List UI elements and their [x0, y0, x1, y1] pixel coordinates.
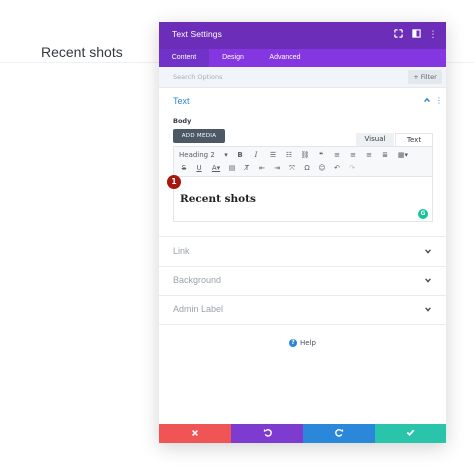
bullet-list-icon[interactable]: ☰: [267, 150, 279, 161]
text-color-icon[interactable]: A▾: [208, 163, 224, 174]
chevron-up-icon[interactable]: [423, 96, 431, 106]
rich-text-editor[interactable]: Recent shots: [173, 176, 433, 222]
more-vertical-icon[interactable]: ⋮: [427, 29, 439, 41]
step-badge: 1: [167, 175, 181, 189]
numbered-list-icon[interactable]: ☷: [283, 150, 295, 161]
paste-text-icon[interactable]: ▤: [226, 163, 238, 174]
modal-tabs: Content Design Advanced: [159, 49, 446, 67]
special-character-icon[interactable]: Ω: [301, 163, 313, 174]
settings-modal: Text Settings ⋮ Content Design Advanced …: [159, 22, 446, 443]
modal-header[interactable]: Text Settings ⋮: [159, 22, 446, 49]
underline-icon[interactable]: U: [194, 163, 204, 174]
filter-button[interactable]: + Filter: [408, 70, 442, 84]
tab-design[interactable]: Design: [209, 49, 257, 67]
section-title-admin-label[interactable]: Admin Label: [173, 304, 223, 314]
section-divider: [159, 236, 446, 237]
section-divider: [159, 324, 446, 325]
align-right-icon[interactable]: ≡: [363, 150, 375, 161]
format-dropdown-icon[interactable]: ▾: [222, 150, 230, 161]
chevron-down-icon[interactable]: [424, 276, 432, 286]
help-link[interactable]: ? Help: [289, 339, 316, 347]
expand-icon[interactable]: [392, 29, 404, 41]
section-divider: [159, 266, 446, 267]
strikethrough-icon[interactable]: S: [179, 163, 189, 174]
format-select[interactable]: Heading 2: [179, 150, 217, 161]
section-title-background[interactable]: Background: [173, 275, 221, 285]
align-justify-icon[interactable]: ≣: [379, 150, 391, 161]
search-options-input[interactable]: Search Options: [173, 73, 222, 81]
editor-tab-text[interactable]: Text: [395, 133, 433, 147]
fullscreen-icon[interactable]: ⤧: [286, 163, 298, 174]
undo-icon[interactable]: ↶: [331, 163, 343, 174]
split-view-icon[interactable]: [410, 29, 422, 41]
body-label: Body: [173, 117, 192, 125]
help-label: Help: [300, 339, 316, 347]
emoji-icon[interactable]: ☺: [316, 163, 328, 174]
save-button[interactable]: [375, 424, 446, 443]
outdent-icon[interactable]: ⇤: [256, 163, 268, 174]
search-options-row: Search Options + Filter: [159, 67, 446, 88]
section-more-icon[interactable]: ⋮: [435, 96, 443, 105]
clear-formatting-icon[interactable]: T̸: [241, 163, 253, 174]
blockquote-icon[interactable]: ❝: [315, 150, 327, 161]
section-title-link[interactable]: Link: [173, 246, 190, 256]
section-title-text[interactable]: Text: [173, 96, 190, 106]
help-icon: ?: [289, 339, 297, 347]
modal-title: Text Settings: [172, 29, 222, 39]
editor-toolbar: Heading 2 ▾ B I ☰ ☷ ⛓ ❝ ≡ ≡ ≡ ≣ ▦▾ S U A…: [173, 146, 433, 177]
grammarly-icon[interactable]: G: [418, 209, 428, 219]
editor-content[interactable]: Recent shots: [180, 193, 256, 205]
chevron-down-icon[interactable]: [424, 247, 432, 257]
undo-button[interactable]: [231, 424, 303, 443]
tab-content[interactable]: Content: [159, 49, 209, 67]
bold-icon[interactable]: B: [235, 150, 245, 161]
redo-icon[interactable]: ↷: [346, 163, 358, 174]
section-divider: [159, 295, 446, 296]
modal-footer: [159, 424, 446, 443]
cancel-button[interactable]: [159, 424, 231, 443]
add-media-button[interactable]: ADD MEDIA: [173, 129, 225, 143]
table-icon[interactable]: ▦▾: [395, 150, 411, 161]
page-heading: Recent shots: [41, 44, 123, 60]
align-left-icon[interactable]: ≡: [331, 150, 343, 161]
align-center-icon[interactable]: ≡: [347, 150, 359, 161]
indent-icon[interactable]: ⇥: [271, 163, 283, 174]
chevron-down-icon[interactable]: [424, 305, 432, 315]
italic-icon[interactable]: I: [251, 150, 261, 161]
tab-advanced[interactable]: Advanced: [259, 49, 311, 67]
link-icon[interactable]: ⛓: [299, 150, 311, 161]
editor-tab-visual[interactable]: Visual: [356, 133, 394, 146]
redo-button[interactable]: [303, 424, 375, 443]
